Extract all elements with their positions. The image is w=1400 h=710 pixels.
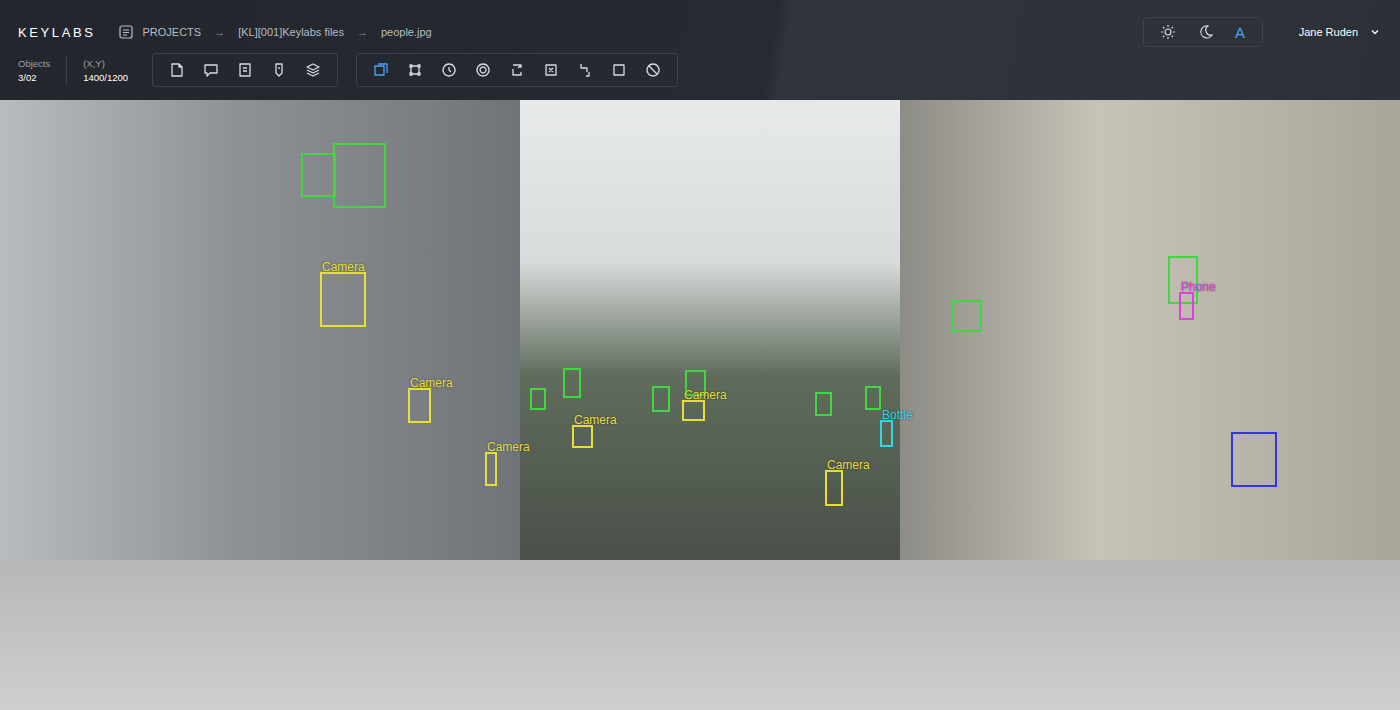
bounding-box[interactable] <box>815 392 832 416</box>
bounding-box-label: Camera <box>410 377 453 390</box>
tool-icon <box>644 61 662 79</box>
street-background <box>520 100 900 560</box>
chevron-down-icon <box>1370 27 1380 37</box>
bounding-box[interactable]: Bottle <box>880 420 893 447</box>
tool-icon <box>542 61 560 79</box>
tool-button[interactable] <box>160 55 194 85</box>
tool-button[interactable] <box>364 55 398 85</box>
bounding-box-label: Camera <box>487 441 530 454</box>
bounding-box[interactable] <box>333 143 386 208</box>
bounding-box[interactable]: Camera <box>485 452 497 486</box>
bounding-box-label: Phone <box>1181 281 1216 294</box>
tool-button[interactable] <box>194 55 228 85</box>
bounding-box-label: Camera <box>827 459 870 472</box>
bounding-box[interactable]: Camera <box>320 272 366 327</box>
breadcrumb-separator: → <box>214 26 225 38</box>
stat: (X,Y)1400/1200 <box>83 58 128 83</box>
stats: Objects3/02 (X,Y)1400/1200 <box>18 55 152 85</box>
tool-button[interactable] <box>602 55 636 85</box>
bounding-box[interactable]: Camera <box>408 388 431 423</box>
tool-button[interactable] <box>568 55 602 85</box>
bounding-box[interactable]: Camera <box>825 470 843 506</box>
theme-mode-button[interactable] <box>1156 22 1180 42</box>
building-left <box>0 100 520 560</box>
toolbar-group <box>152 53 338 87</box>
bounding-box[interactable]: Camera <box>572 425 593 448</box>
bounding-box[interactable] <box>1231 432 1277 487</box>
bounding-box[interactable] <box>563 368 581 398</box>
tool-button[interactable] <box>466 55 500 85</box>
bounding-box[interactable]: Camera <box>682 400 705 421</box>
tool-button[interactable] <box>262 55 296 85</box>
tool-icon <box>508 61 526 79</box>
bounding-box[interactable] <box>530 388 546 410</box>
stat-divider <box>66 55 67 85</box>
stat: Objects3/02 <box>18 58 50 83</box>
annotation-app: KEYLABS PROJECTS → [KL][001]Keylabs files → p… <box>0 0 1400 710</box>
tool-button[interactable] <box>296 55 330 85</box>
pavement <box>0 560 1400 710</box>
bounding-box-label: Camera <box>322 261 365 274</box>
tool-icon <box>270 61 288 79</box>
bounding-box-label: Bottle <box>882 409 913 422</box>
breadcrumb-item[interactable]: PROJECTS <box>142 26 201 38</box>
tool-icon <box>304 61 322 79</box>
tool-icon <box>406 61 424 79</box>
bounding-box[interactable]: Phone <box>1179 292 1194 320</box>
image-canvas[interactable]: CameraCameraCameraCameraCameraCameraBott… <box>0 100 1400 710</box>
tool-icon <box>202 61 220 79</box>
toolbar-group <box>356 53 678 87</box>
breadcrumbs: PROJECTS → [KL][001]Keylabs files → people.j… <box>119 25 431 39</box>
bounding-box[interactable] <box>301 153 336 197</box>
tool-icon <box>474 61 492 79</box>
user-menu[interactable]: Jane Ruden <box>1299 26 1380 38</box>
bounding-box-label: Camera <box>574 414 617 427</box>
bounding-box[interactable] <box>652 386 670 412</box>
list-icon <box>119 25 133 39</box>
tool-button[interactable] <box>636 55 670 85</box>
tool-icon <box>236 61 254 79</box>
bounding-box[interactable] <box>951 300 982 332</box>
keylabs-logo[interactable]: KEYLABS <box>18 25 95 40</box>
breadcrumb-item[interactable]: people.jpg <box>381 26 432 38</box>
tool-icon <box>610 61 628 79</box>
tool-button[interactable] <box>500 55 534 85</box>
sun-icon <box>1160 24 1176 40</box>
tool-button[interactable] <box>534 55 568 85</box>
breadcrumb-item[interactable]: [KL][001]Keylabs files <box>238 26 344 38</box>
bounding-box[interactable] <box>865 386 881 410</box>
building-right <box>900 100 1400 560</box>
breadcrumb-separator: → <box>357 26 368 38</box>
tool-icon <box>372 61 390 79</box>
theme-mode-button[interactable] <box>1194 22 1218 42</box>
top-bar: KEYLABS PROJECTS → [KL][001]Keylabs files → p… <box>0 0 1400 100</box>
tool-button[interactable] <box>228 55 262 85</box>
bounding-box-label: Camera <box>684 389 727 402</box>
theme-switch: A <box>1143 17 1263 47</box>
tool-button[interactable] <box>398 55 432 85</box>
tool-button[interactable] <box>432 55 466 85</box>
theme-mode-button[interactable]: A <box>1231 22 1249 43</box>
tool-icon <box>576 61 594 79</box>
tool-icon <box>440 61 458 79</box>
tool-icon <box>168 61 186 79</box>
moon-icon <box>1198 24 1214 40</box>
street-photo <box>0 100 1400 710</box>
